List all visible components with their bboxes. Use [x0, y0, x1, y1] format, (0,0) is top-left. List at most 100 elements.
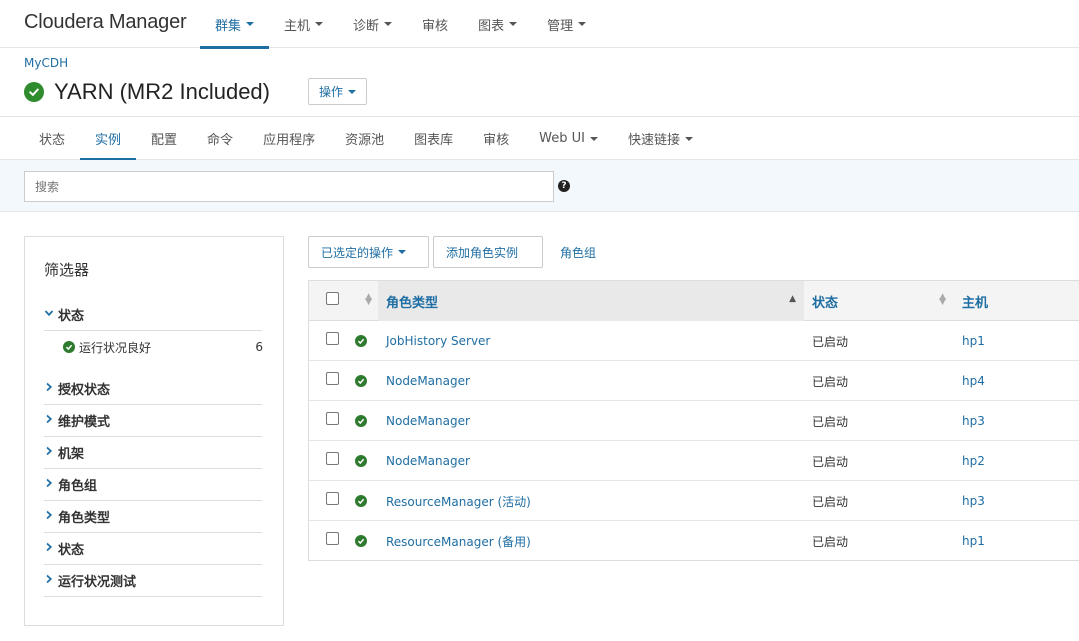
breadcrumb-cluster[interactable]: MyCDH [24, 56, 68, 70]
status-ok-icon [355, 495, 367, 507]
top-nav-item[interactable]: 群集 [200, 0, 270, 49]
role-groups-link[interactable]: 角色组 [560, 236, 596, 268]
actions-dropdown-button[interactable]: 操作 [308, 78, 368, 105]
chevron-down-icon [509, 22, 518, 26]
service-tab[interactable]: 状态 [24, 117, 80, 160]
table-row: NodeManager 已启动 hp4 [309, 361, 1079, 401]
top-nav-items: 群集 主机 诊断 审核 图表 管理 [200, 0, 601, 49]
page-title: YARN (MR2 Included) [54, 79, 270, 104]
host-link[interactable]: hp4 [962, 361, 985, 401]
host-link[interactable]: hp3 [962, 401, 985, 441]
role-link[interactable]: JobHistory Server [386, 321, 490, 361]
top-nav-item[interactable]: 管理 [532, 0, 601, 48]
filter-section[interactable]: 角色类型 [44, 501, 262, 533]
host-link[interactable]: hp2 [962, 441, 985, 481]
service-tab[interactable]: 审核 [468, 117, 524, 160]
service-tab[interactable]: 应用程序 [248, 117, 330, 160]
top-nav-item[interactable]: 诊断 [338, 0, 407, 48]
role-link[interactable]: NodeManager [386, 441, 470, 481]
row-checkbox[interactable] [326, 452, 339, 465]
role-link[interactable]: ResourceManager (备用) [386, 521, 531, 561]
role-type-column-header[interactable]: 角色类型 ▲ [378, 281, 804, 321]
chevron-down-icon [348, 89, 357, 94]
host-header-label: 主机 [962, 295, 989, 311]
service-tab[interactable]: Web UI [524, 117, 613, 160]
filter-section[interactable]: 角色组 [44, 469, 262, 501]
search-input[interactable] [24, 171, 554, 202]
service-tab-label: 命令 [207, 133, 234, 148]
filter-section[interactable]: 状态 [44, 533, 262, 565]
status-ok-icon [355, 415, 367, 427]
filter-item-label: 运行状况良好 [79, 340, 152, 355]
host-link[interactable]: hp1 [962, 521, 985, 561]
title-row: YARN (MR2 Included) [24, 78, 270, 106]
table-row: JobHistory Server 已启动 hp1 [309, 321, 1079, 361]
host-link[interactable]: hp1 [962, 321, 985, 361]
service-tab[interactable]: 配置 [136, 117, 192, 160]
row-checkbox[interactable] [326, 332, 339, 345]
chevron-right-icon [44, 414, 56, 427]
chevron-down-icon [384, 22, 393, 26]
top-nav-label: 群集 [215, 18, 242, 34]
filter-section-label: 状态 [58, 309, 85, 324]
service-tab-label: 实例 [95, 133, 122, 148]
brand-part2: Manager [108, 11, 187, 33]
chevron-right-icon [44, 446, 56, 459]
role-type-header-label: 角色类型 [386, 295, 439, 311]
service-tab-label: 资源池 [345, 133, 385, 148]
search-band: ? [0, 160, 1079, 212]
filter-section[interactable]: 维护模式 [44, 405, 262, 437]
table-row: NodeManager 已启动 hp2 [309, 441, 1079, 481]
filter-section[interactable]: 运行状况测试 [44, 565, 262, 597]
status-cell: 已启动 [812, 414, 849, 429]
role-link[interactable]: NodeManager [386, 361, 470, 401]
row-checkbox[interactable] [326, 492, 339, 505]
top-nav-item[interactable]: 图表 [463, 0, 532, 48]
chevron-down-icon [44, 308, 56, 321]
select-all-checkbox[interactable] [326, 292, 339, 305]
top-nav-item[interactable]: 主机 [269, 0, 338, 48]
top-navbar: Cloudera Manager 群集 主机 诊断 审核 图表 管理 [0, 0, 1079, 49]
filter-section[interactable]: 机架 [44, 437, 262, 469]
filter-section-status-expanded[interactable]: 状态 [44, 299, 262, 331]
service-tab[interactable]: 实例 [80, 117, 137, 161]
filter-section-label: 角色组 [58, 479, 98, 494]
service-tabs: 状态 实例 配置 命令 应用程序 资源池 图表库 审核 Web UI 快速链接 [0, 116, 1079, 161]
host-column-header[interactable]: 主机 [954, 281, 1079, 321]
role-instances-table: ▲ ▼ 角色类型 ▲ 状态 ▲ ▼ 主机 JobHistory Server 已启动 h… [308, 280, 1079, 561]
host-link[interactable]: hp3 [962, 481, 985, 521]
service-tab[interactable]: 快速链接 [613, 117, 708, 160]
role-link[interactable]: NodeManager [386, 401, 470, 441]
role-link[interactable]: ResourceManager (活动) [386, 481, 531, 521]
chevron-down-icon [589, 136, 598, 141]
top-nav-label: 诊断 [353, 18, 380, 34]
add-role-instances-button[interactable]: 添加角色实例 [433, 236, 543, 268]
filter-item-healthy[interactable]: 运行状况良好 6 [63, 331, 263, 363]
status-icon-column-header[interactable]: ▲ ▼ [354, 281, 378, 321]
table-row: ResourceManager (活动) 已启动 hp3 [309, 481, 1079, 521]
brand-logo[interactable]: Cloudera Manager [24, 11, 187, 34]
chevron-down-icon [398, 250, 407, 254]
service-tab-label: Web UI [539, 131, 585, 146]
status-ok-icon [355, 455, 367, 467]
chevron-down-icon [578, 22, 587, 26]
top-nav-label: 审核 [422, 18, 449, 34]
status-ok-icon [355, 335, 367, 347]
top-nav-item[interactable]: 审核 [407, 0, 463, 48]
selected-actions-button[interactable]: 已选定的操作 [308, 236, 429, 268]
brand-part1: Cloudera [24, 11, 104, 33]
help-icon[interactable]: ? [558, 180, 570, 192]
filter-section-label: 角色类型 [58, 511, 111, 526]
status-cell: 已启动 [812, 534, 849, 549]
status-column-header[interactable]: 状态 ▲ ▼ [804, 281, 954, 321]
filter-section[interactable]: 授权状态 [44, 373, 262, 405]
service-tab[interactable]: 图表库 [399, 117, 468, 160]
service-tab[interactable]: 命令 [192, 117, 248, 160]
selected-actions-label: 已选定的操作 [321, 245, 394, 260]
filter-section-label: 状态 [58, 543, 85, 558]
service-tab[interactable]: 资源池 [330, 117, 399, 160]
row-checkbox[interactable] [326, 532, 339, 545]
filter-section-label: 运行状况测试 [58, 575, 137, 590]
row-checkbox[interactable] [326, 412, 339, 425]
row-checkbox[interactable] [326, 372, 339, 385]
